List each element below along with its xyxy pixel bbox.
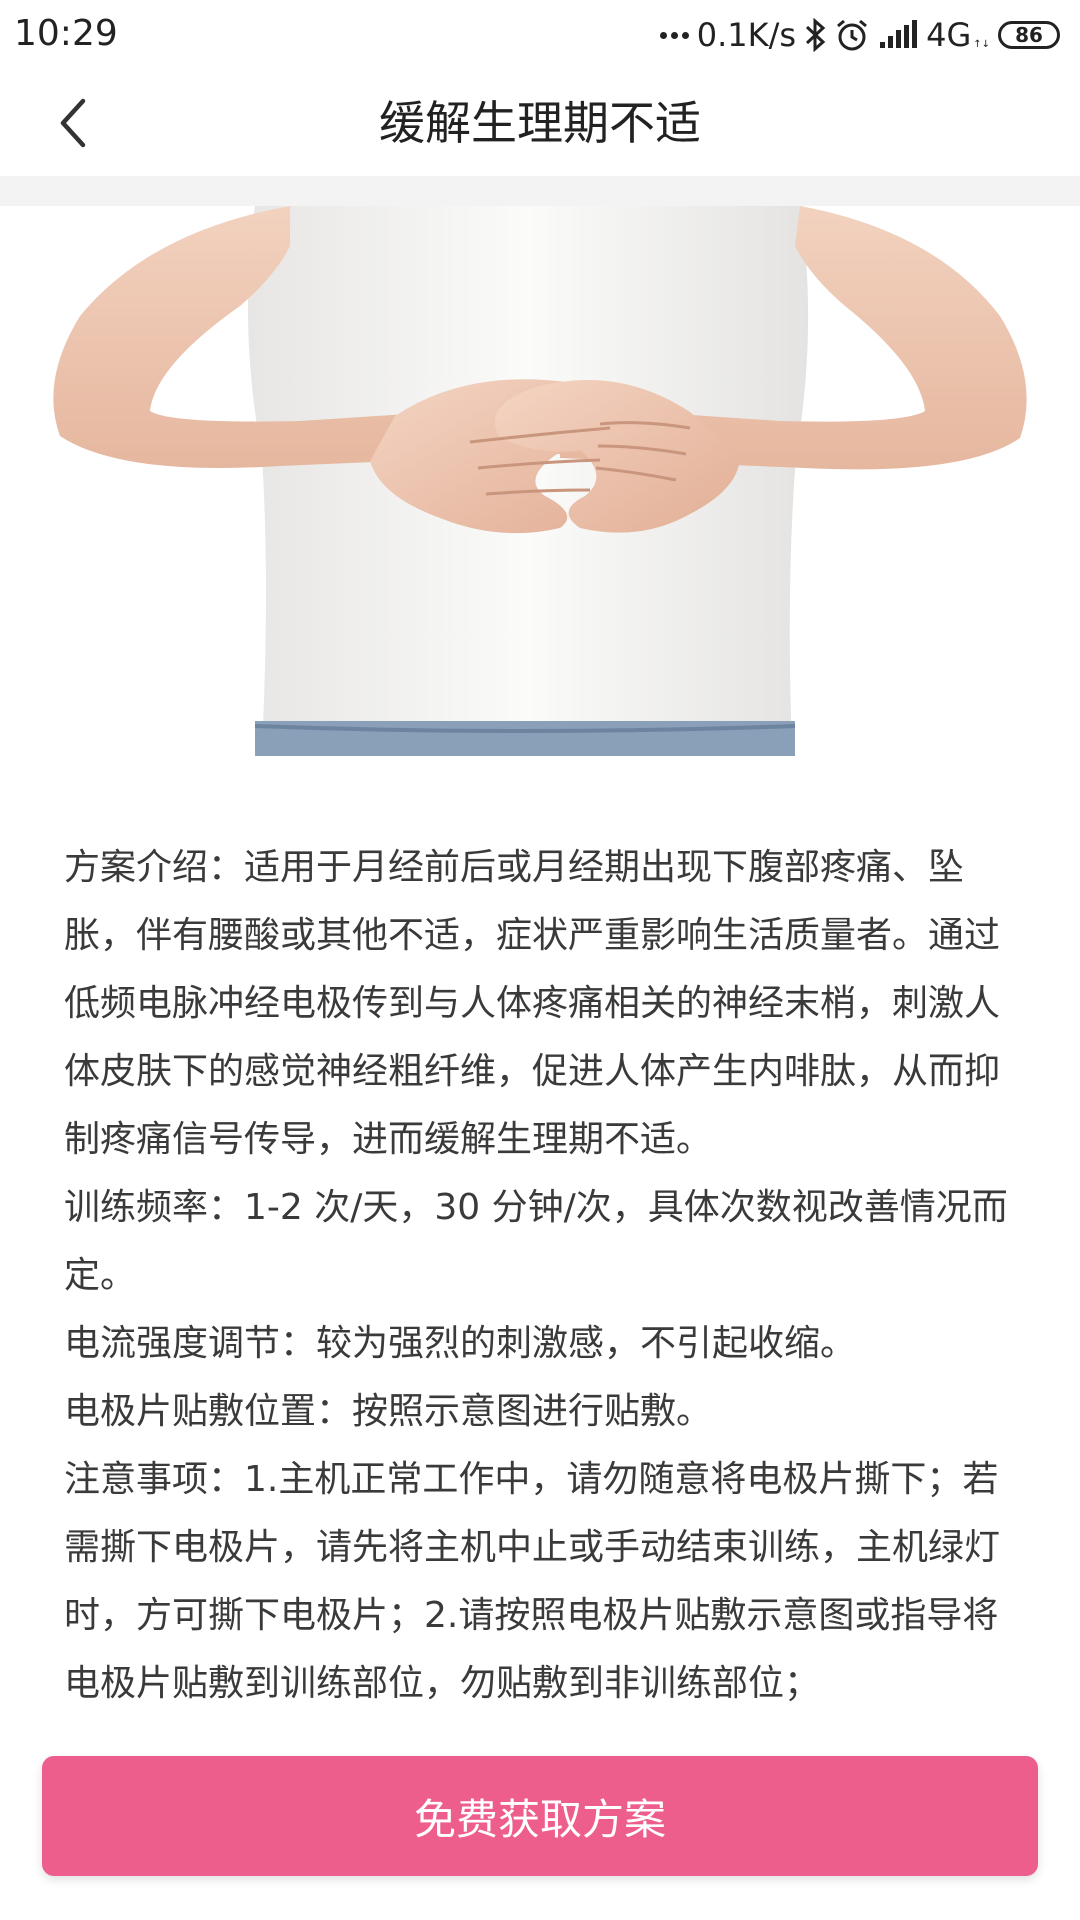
status-time: 10:29	[14, 13, 118, 54]
network-type: 4G	[926, 16, 972, 54]
battery-icon: 86	[998, 21, 1060, 49]
current-intensity-text: 电流强度调节：较为强烈的刺激感，不引起收缩。	[64, 1323, 857, 1364]
get-plan-button[interactable]: 免费获取方案	[42, 1756, 1038, 1876]
battery-level: 86	[1015, 23, 1043, 47]
hero-image	[0, 206, 1080, 756]
net-speed: 0.1K/s	[696, 16, 797, 54]
plan-intro-text: 方案介绍：适用于月经前后或月经期出现下腹部疼痛、坠胀，伴有腰酸或其他不适，症状严…	[64, 847, 1001, 1160]
plan-description: 方案介绍：适用于月经前后或月经期出现下腹部疼痛、坠胀，伴有腰酸或其他不适，症状严…	[64, 834, 1024, 1718]
header-divider	[0, 176, 1080, 206]
signal-icon	[880, 20, 918, 48]
electrode-position-text: 电极片贴敷位置：按照示意图进行贴敷。	[64, 1391, 713, 1432]
precautions-text: 注意事项：1.主机正常工作中，请勿随意将电极片撕下；若需撕下电极片，请先将主机中…	[64, 1459, 1001, 1704]
abdominal-pain-illustration	[0, 206, 1080, 756]
more-dots-icon	[659, 31, 689, 39]
page-title: 缓解生理期不适	[379, 96, 701, 150]
status-bar: 10:29 0.1K/s 4G ↑↓ 86	[0, 0, 1080, 70]
bluetooth-icon	[806, 18, 826, 52]
data-arrows-icon: ↑↓	[973, 39, 990, 50]
training-frequency-text: 训练频率：1-2 次/天，30 分钟/次，具体次数视改善情况而定。	[64, 1187, 1008, 1296]
app-header: 缓解生理期不适	[0, 70, 1080, 176]
alarm-icon	[837, 19, 868, 51]
back-button[interactable]	[38, 88, 108, 158]
chevron-left-icon	[60, 98, 86, 148]
status-icons: 0.1K/s 4G ↑↓ 86	[659, 10, 1060, 60]
